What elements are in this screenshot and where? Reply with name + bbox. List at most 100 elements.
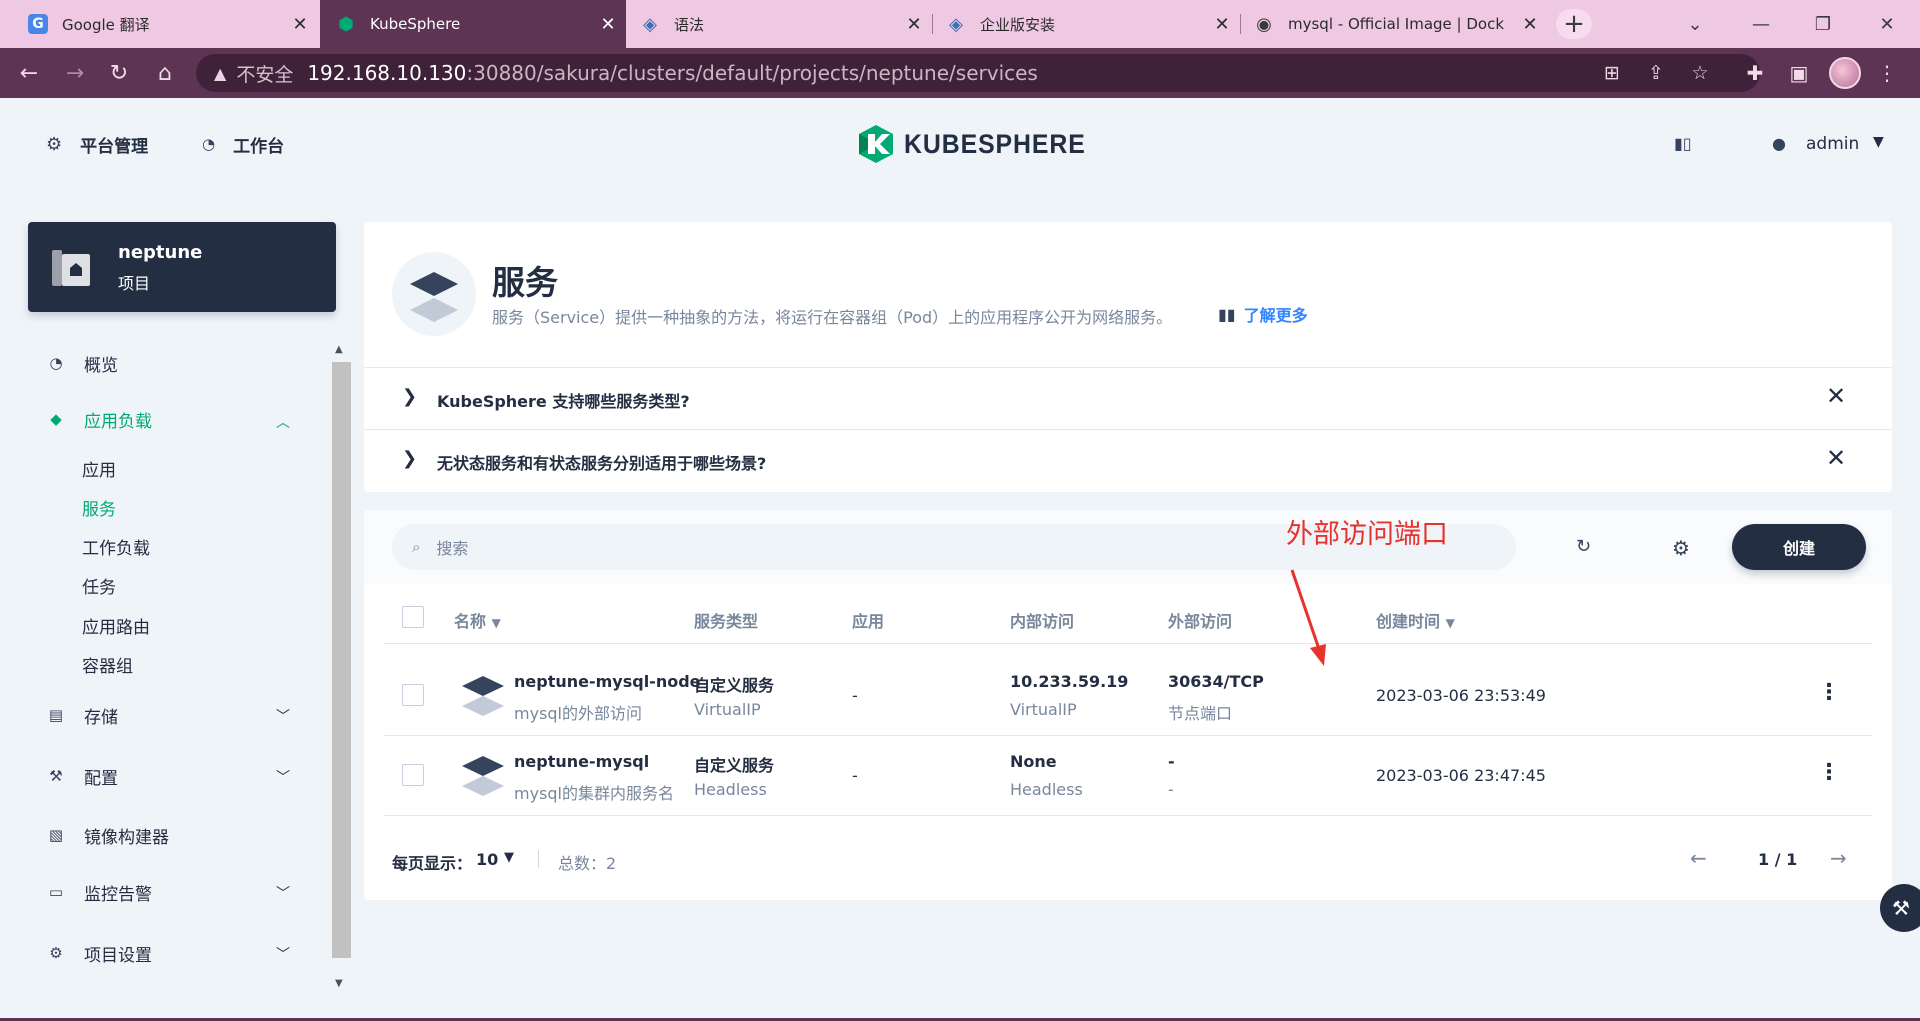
close-icon[interactable]: ✕ (590, 14, 626, 35)
close-icon[interactable]: ✕ (282, 14, 318, 35)
new-tab-button[interactable]: + (1556, 9, 1592, 39)
pagination: 每页显示： 10 ▼ 总数：2 ← 1 / 1 → (364, 830, 1892, 888)
sidebar-subitem-routes[interactable]: 应用路由 (82, 612, 150, 638)
sidebar-subitem-pods[interactable]: 容器组 (82, 651, 133, 677)
service-name-link[interactable]: neptune-mysql-node (514, 672, 701, 691)
chevron-down-icon[interactable]: ﹀ (276, 767, 290, 787)
tab-google-translate[interactable]: G Google 翻译 ✕ (0, 0, 318, 48)
address-bar[interactable]: ▲ 不安全 192.168.10.130:30880/sakura/cluste… (196, 54, 1760, 92)
sidebar-item-overview[interactable]: ◔ 概览 (46, 348, 118, 378)
sort-caret-icon: ▼ (491, 616, 501, 630)
sidebar-item-monitoring[interactable]: ▭ 监控告警 (46, 877, 152, 907)
column-label: 名称 (454, 612, 487, 631)
column-created-time[interactable]: 创建时间 ▼ (1376, 608, 1455, 632)
close-icon[interactable]: ✕ (1204, 14, 1240, 35)
docker-icon: ◉ (1256, 13, 1272, 35)
column-name[interactable]: 名称 ▼ (454, 608, 501, 632)
window-close-icon[interactable]: ✕ (1860, 0, 1914, 48)
more-actions-icon[interactable]: ⋮ (1818, 760, 1840, 785)
next-page-icon[interactable]: → (1830, 846, 1847, 870)
more-actions-icon[interactable]: ⋮ (1818, 680, 1840, 705)
security-label[interactable]: 不安全 (236, 60, 293, 87)
sidebar-item-label: 概览 (84, 355, 118, 376)
tab-search-icon[interactable]: ⌄ (1668, 0, 1722, 48)
sidebar-subitem-jobs[interactable]: 任务 (82, 572, 116, 598)
row-checkbox[interactable] (402, 684, 424, 706)
home-icon[interactable]: ⌂ (148, 56, 182, 90)
scroll-up-arrow-icon[interactable]: ▲ (335, 344, 343, 355)
gear-icon[interactable]: ⚙ (1672, 536, 1690, 560)
prev-page-icon[interactable]: ← (1690, 846, 1707, 870)
chevron-down-icon[interactable]: ﹀ (276, 944, 290, 964)
platform-label: 平台管理 (80, 136, 149, 157)
chevron-down-icon[interactable]: ﹀ (276, 706, 290, 726)
select-all-checkbox[interactable] (402, 606, 424, 628)
project-icon (52, 250, 90, 286)
sidebar-item-label: 应用负载 (84, 411, 152, 432)
project-card[interactable]: neptune 项目 (28, 222, 336, 312)
workbench-link[interactable]: ◔ 工作台 (202, 98, 284, 190)
sidebar-item-config[interactable]: ⚒ 配置 (46, 761, 118, 791)
restore-icon[interactable]: ❐ (1796, 0, 1850, 48)
tab-docker-mysql[interactable]: ◉ mysql - Official Image | Dock ✕ (1242, 0, 1548, 48)
service-type-sub: Headless (694, 780, 767, 799)
sidebar-subitem-services[interactable]: 服务 (82, 494, 116, 520)
scroll-down-arrow-icon[interactable]: ▼ (335, 978, 343, 989)
tab-enterprise-install[interactable]: ◈ 企业版安装 ✕ (934, 0, 1240, 48)
chevron-up-icon[interactable]: ︿ (276, 412, 290, 432)
platform-management-link[interactable]: ⚙ 平台管理 (46, 98, 148, 190)
reload-icon[interactable]: ↻ (102, 56, 136, 90)
service-name-link[interactable]: neptune-mysql (514, 752, 649, 771)
tab-title: 企业版安装 (980, 15, 1056, 34)
faq-service-types[interactable]: ❯ KubeSphere 支持哪些服务类型? ✕ (364, 368, 1892, 430)
docs-book-icon[interactable]: ▮▯ (1674, 134, 1692, 153)
profile-avatar[interactable] (1829, 57, 1861, 89)
sidebar-subitem-workloads[interactable]: 工作负载 (82, 533, 150, 559)
refresh-icon[interactable]: ↻ (1576, 536, 1591, 557)
translate-icon[interactable]: ⊞ (1592, 54, 1632, 92)
sidebar-subitem-apps[interactable]: 应用 (82, 455, 116, 481)
chevron-down-icon[interactable]: ▼ (1873, 134, 1884, 150)
sidebar-subitem-label: 容器组 (82, 656, 133, 677)
tab-title: KubeSphere (370, 15, 461, 33)
tab-grammar[interactable]: ◈ 语法 ✕ (626, 0, 932, 48)
side-panel-icon[interactable]: ▣ (1782, 56, 1816, 90)
tab-kubesphere[interactable]: ⬢ KubeSphere ✕ (320, 0, 626, 48)
table-row[interactable]: neptune-mysql-node mysql的外部访问 自定义服务 Virt… (384, 656, 1872, 736)
row-checkbox[interactable] (402, 764, 424, 786)
sidebar-scrollbar[interactable] (332, 362, 351, 958)
share-icon[interactable]: ⇪ (1636, 54, 1676, 92)
extensions-icon[interactable]: ✚ (1738, 56, 1772, 90)
sidebar-item-app-workloads[interactable]: ◆ 应用负载 (46, 404, 152, 434)
sidebar-item-storage[interactable]: ▤ 存储 (46, 700, 118, 730)
table-row[interactable]: neptune-mysql mysql的集群内服务名 自定义服务 Headles… (384, 736, 1872, 816)
sort-caret-icon: ▼ (1445, 616, 1455, 630)
ks-header: ⚙ 平台管理 ◔ 工作台 KUBESPHERE ▮▯ ● (0, 98, 1920, 190)
sidebar-item-project-settings[interactable]: ⚙ 项目设置 (46, 938, 152, 968)
faq-stateful-stateless[interactable]: ❯ 无状态服务和有状态服务分别适用于哪些场景? ✕ (364, 430, 1892, 492)
chevron-right-icon: ❯ (402, 386, 418, 407)
gear-icon: ⚙ (49, 944, 63, 962)
sidebar-item-image-builder[interactable]: ▧ 镜像构建器 (46, 820, 169, 850)
close-icon[interactable]: ✕ (1512, 14, 1548, 35)
chevron-down-icon[interactable]: ▼ (504, 850, 514, 865)
chevron-down-icon[interactable]: ﹀ (276, 883, 290, 903)
service-app: - (852, 766, 858, 785)
kubesphere-logo[interactable]: KUBESPHERE (858, 122, 1102, 166)
forward-icon[interactable]: → (58, 56, 92, 90)
close-icon[interactable]: ✕ (1826, 382, 1846, 410)
browser-menu-icon[interactable]: ⋮ (1870, 56, 1904, 90)
external-access-sub: - (1168, 780, 1174, 799)
per-page-select[interactable]: 10 (476, 850, 498, 869)
close-icon[interactable]: ✕ (896, 14, 932, 35)
back-icon[interactable]: ← (12, 56, 46, 90)
project-type: 项目 (118, 274, 151, 293)
user-menu[interactable]: admin (1806, 134, 1859, 154)
close-icon[interactable]: ✕ (1826, 444, 1846, 472)
create-button[interactable]: 创建 (1732, 524, 1866, 570)
learn-more-link[interactable]: ▮▮ 了解更多 (1218, 302, 1308, 326)
new-tab-label: + (1563, 9, 1585, 39)
bookmark-star-icon[interactable]: ☆ (1680, 54, 1720, 92)
toolbox-button[interactable]: ⚒ (1880, 884, 1920, 932)
minimize-icon[interactable]: — (1734, 0, 1788, 48)
